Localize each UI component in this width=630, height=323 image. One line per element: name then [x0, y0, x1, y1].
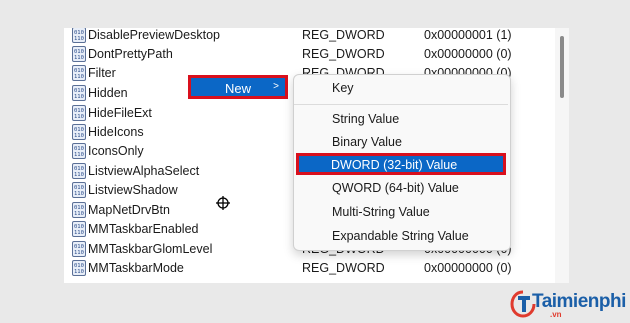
brand-text: Taimienphi: [532, 291, 626, 312]
value-name: ListviewShadow: [88, 183, 178, 197]
value-name: IconsOnly: [88, 144, 144, 158]
reg-binary-value-icon: 010110: [72, 65, 86, 81]
reg-binary-value-icon: 010110: [72, 221, 86, 237]
submenu-item-key[interactable]: Key: [332, 81, 354, 95]
chevron-right-icon: >: [273, 81, 279, 92]
svg-text:110: 110: [74, 230, 84, 236]
reg-binary-value-icon: 010110: [72, 163, 86, 179]
reg-binary-value-icon: 010110: [72, 85, 86, 101]
value-name: ListviewAlphaSelect: [88, 164, 200, 178]
context-menu-new-item[interactable]: New >: [188, 75, 288, 99]
submenu-item-binary-value[interactable]: Binary Value: [332, 135, 402, 149]
submenu-separator: [294, 104, 508, 105]
vertical-scrollbar[interactable]: [555, 28, 569, 283]
svg-text:110: 110: [74, 250, 84, 256]
submenu-item-string-value[interactable]: String Value: [332, 112, 399, 126]
svg-text:110: 110: [74, 74, 84, 80]
value-type: REG_DWORD: [302, 261, 385, 275]
brand-domain: .vn: [550, 310, 562, 319]
reg-binary-value-icon: 010110: [72, 46, 86, 62]
submenu-item-multi-string-value[interactable]: Multi-String Value: [332, 205, 430, 219]
value-name: Hidden: [88, 86, 128, 100]
value-type: REG_DWORD: [302, 47, 385, 61]
svg-text:110: 110: [74, 55, 84, 61]
svg-text:110: 110: [74, 152, 84, 158]
svg-text:110: 110: [74, 191, 84, 197]
svg-text:110: 110: [74, 211, 84, 217]
dword-value-label: DWORD (32-bit) Value: [331, 158, 458, 172]
reg-binary-value-icon: 010110: [72, 260, 86, 276]
value-name: DisablePreviewDesktop: [88, 28, 221, 42]
value-name: MMTaskbarMode: [88, 261, 184, 275]
value-type: REG_DWORD: [302, 28, 385, 42]
svg-text:110: 110: [74, 114, 84, 120]
reg-binary-value-icon: 010110: [72, 182, 86, 198]
submenu-item-expandable-string-value[interactable]: Expandable String Value: [332, 229, 469, 243]
value-name: DontPrettyPath: [88, 47, 173, 61]
value-name: MapNetDrvBtn: [88, 203, 170, 217]
value-data: 0x00000000 (0): [424, 47, 512, 61]
crosshair-cursor-icon: [216, 196, 230, 210]
submenu-item-qword-value[interactable]: QWORD (64-bit) Value: [332, 181, 459, 195]
svg-text:110: 110: [74, 269, 84, 275]
table-row[interactable]: 010 110 DontPrettyPath REG_DWORD 0x00000000 …: [64, 45, 554, 64]
value-name: MMTaskbarEnabled: [88, 222, 199, 236]
svg-text:110: 110: [74, 94, 84, 100]
value-name: Filter: [88, 66, 116, 80]
svg-text:110: 110: [74, 133, 84, 139]
value-name: HideFileExt: [88, 106, 152, 120]
svg-text:110: 110: [74, 36, 84, 42]
scrollbar-thumb[interactable]: [560, 36, 564, 98]
reg-binary-value-icon: 010110: [72, 105, 86, 121]
value-name: HideIcons: [88, 125, 144, 139]
watermark-logo: Taimienphi .vn: [510, 288, 628, 320]
submenu-item-dword-value[interactable]: DWORD (32-bit) Value: [296, 153, 506, 175]
value-name: MMTaskbarGlomLevel: [88, 242, 213, 256]
table-row[interactable]: 010 110 MMTaskbarMode REG_DWORD 0x00000000 (…: [64, 259, 554, 278]
reg-binary-value-icon: 010110: [72, 143, 86, 159]
value-data: 0x00000001 (1): [424, 28, 512, 42]
reg-binary-value-icon: 010110: [72, 202, 86, 218]
reg-binary-value-icon: 010110: [72, 28, 86, 43]
value-data: 0x00000000 (0): [424, 261, 512, 275]
reg-binary-value-icon: 010110: [72, 241, 86, 257]
reg-binary-value-icon: 010110: [72, 124, 86, 140]
svg-text:110: 110: [74, 172, 84, 178]
table-row[interactable]: 010 110 DisablePreviewDesktop REG_DWORD 0x00…: [64, 28, 554, 45]
new-label: New: [225, 81, 252, 96]
